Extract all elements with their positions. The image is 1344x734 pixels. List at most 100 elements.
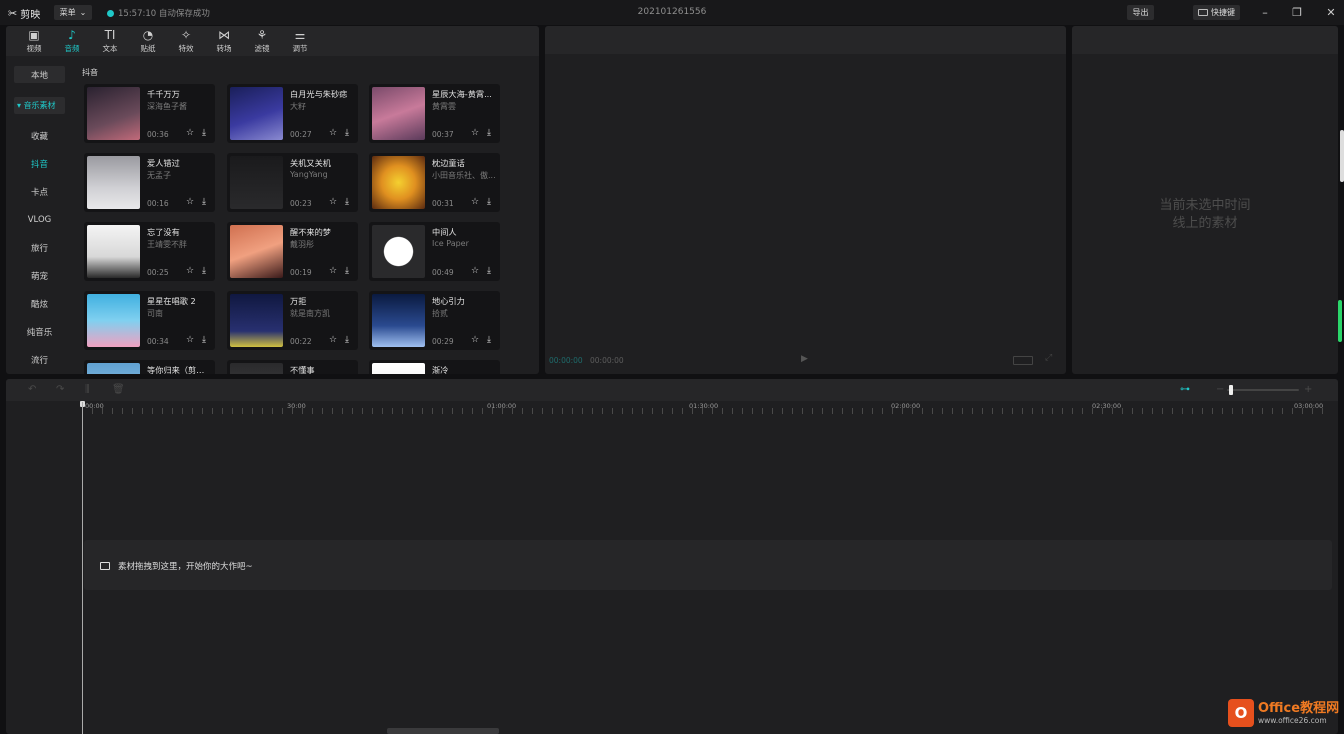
minimize-icon[interactable]: – [1258, 6, 1272, 19]
close-icon[interactable]: ✕ [1324, 6, 1338, 19]
song-cover[interactable] [87, 363, 140, 374]
song-card[interactable]: 渐冷 [369, 360, 500, 374]
download-icon[interactable]: ⤓ [202, 128, 206, 138]
sidebar-item-pets[interactable]: 萌宠 [14, 267, 65, 284]
sidebar-item-douyin[interactable]: 抖音 [14, 155, 65, 172]
menu-button[interactable]: 菜单 ⌄ [54, 5, 92, 20]
sidebar-item-beat[interactable]: 卡点 [14, 183, 65, 200]
download-icon[interactable]: ⤓ [202, 335, 206, 345]
song-card[interactable]: 醒不来的梦 戴羽彤 00:19 ☆ ⤓ [227, 222, 358, 281]
song-card[interactable]: 枕边童话 小田音乐社、傲... 00:31 ☆ ⤓ [369, 153, 500, 212]
download-icon[interactable]: ⤓ [202, 266, 206, 276]
song-card[interactable]: 星星在唱歌 2 司南 00:34 ☆ ⤓ [84, 291, 215, 350]
song-cover[interactable] [372, 294, 425, 347]
favorite-star-icon[interactable]: ☆ [471, 335, 479, 345]
song-card[interactable]: 千千万万 深海鱼子酱 00:36 ☆ ⤓ [84, 84, 215, 143]
favorite-star-icon[interactable]: ☆ [186, 266, 194, 276]
zoom-in-icon[interactable]: + [1304, 384, 1312, 395]
sidebar-item-favorites[interactable]: 收藏 [14, 127, 65, 144]
tab-video[interactable]: ▣ 视频 [15, 26, 53, 56]
song-cover[interactable] [372, 87, 425, 140]
redo-icon[interactable]: ↷ [56, 384, 64, 395]
download-icon[interactable]: ⤓ [345, 335, 349, 345]
song-cover[interactable] [372, 156, 425, 209]
song-card[interactable]: 关机又关机 YangYang 00:23 ☆ ⤓ [227, 153, 358, 212]
song-card[interactable]: 爱人错过 无孟子 00:16 ☆ ⤓ [84, 153, 215, 212]
song-card[interactable]: 地心引力 拾贰 00:29 ☆ ⤓ [369, 291, 500, 350]
song-cover[interactable] [230, 363, 283, 374]
sidebar-item-vlog[interactable]: VLOG [14, 211, 65, 228]
tab-effect[interactable]: ✧ 特效 [167, 26, 205, 56]
song-title: 枕边童话 [432, 158, 465, 168]
restore-icon[interactable]: ❐ [1290, 6, 1304, 19]
favorite-star-icon[interactable]: ☆ [471, 197, 479, 207]
zoom-out-icon[interactable]: − [1216, 384, 1224, 395]
song-cover[interactable] [87, 87, 140, 140]
current-time: 00:00:00 [549, 356, 583, 365]
song-card[interactable]: 中间人 Ice Paper 00:49 ☆ ⤓ [369, 222, 500, 281]
link-icon[interactable]: ⊶ [1180, 384, 1190, 395]
keyboard-icon [1198, 9, 1208, 16]
tab-transition[interactable]: ⋈ 转场 [205, 26, 243, 56]
tab-text[interactable]: TI 文本 [91, 26, 129, 56]
song-cover[interactable] [372, 363, 425, 374]
playhead[interactable] [82, 402, 83, 734]
sidebar-item-cool[interactable]: 酷炫 [14, 295, 65, 312]
download-icon[interactable]: ⤓ [487, 197, 491, 207]
song-card[interactable]: 忘了没有 王靖雯不胖 00:25 ☆ ⤓ [84, 222, 215, 281]
tab-filter[interactable]: ⚘ 滤镜 [243, 26, 281, 56]
main-track-dropzone[interactable] [84, 540, 1332, 590]
split-icon[interactable]: ⫼ [85, 384, 90, 395]
song-card[interactable]: 等你归来（剪辑... [84, 360, 215, 374]
song-card[interactable]: 星辰大海-黄霄... 黄霄雲 00:37 ☆ ⤓ [369, 84, 500, 143]
tab-adjust[interactable]: ⚌ 调节 [281, 26, 319, 56]
song-cover[interactable] [87, 225, 140, 278]
song-cover[interactable] [230, 225, 283, 278]
song-cover[interactable] [230, 294, 283, 347]
song-duration: 00:37 [432, 130, 454, 139]
favorite-star-icon[interactable]: ☆ [471, 266, 479, 276]
aspect-ratio-button[interactable] [1013, 356, 1033, 365]
undo-icon[interactable]: ↶ [28, 384, 36, 395]
tab-audio[interactable]: ♪ 音频 [53, 26, 91, 56]
delete-icon[interactable]: 🗑 [112, 384, 125, 395]
favorite-star-icon[interactable]: ☆ [329, 335, 337, 345]
favorite-star-icon[interactable]: ☆ [471, 128, 479, 138]
shortcut-button[interactable]: 快捷键 [1193, 5, 1240, 20]
download-icon[interactable]: ⤓ [345, 266, 349, 276]
download-icon[interactable]: ⤓ [202, 197, 206, 207]
song-cover[interactable] [230, 87, 283, 140]
zoom-slider[interactable] [1227, 389, 1299, 391]
download-icon[interactable]: ⤓ [345, 197, 349, 207]
play-icon[interactable]: ▶ [801, 354, 808, 364]
song-card[interactable]: 万拒 就是南方凯 00:22 ☆ ⤓ [227, 291, 358, 350]
export-button[interactable]: 导出 [1127, 5, 1154, 20]
favorite-star-icon[interactable]: ☆ [186, 197, 194, 207]
favorite-star-icon[interactable]: ☆ [186, 335, 194, 345]
horizontal-scrollbar[interactable] [387, 728, 499, 734]
fullscreen-icon[interactable]: ⤢ [1045, 353, 1052, 363]
sidebar-item-instrumental[interactable]: 纯音乐 [14, 323, 65, 340]
sidebar-item-pop[interactable]: 流行 [14, 351, 65, 368]
song-card[interactable]: 不懂事 [227, 360, 358, 374]
sidebar-item-travel[interactable]: 旅行 [14, 239, 65, 256]
song-cover[interactable] [230, 156, 283, 209]
song-card[interactable]: 白月光与朱砂痣 大籽 00:27 ☆ ⤓ [227, 84, 358, 143]
download-icon[interactable]: ⤓ [487, 266, 491, 276]
favorite-star-icon[interactable]: ☆ [329, 266, 337, 276]
download-icon[interactable]: ⤓ [487, 128, 491, 138]
favorite-star-icon[interactable]: ☆ [329, 197, 337, 207]
favorite-star-icon[interactable]: ☆ [329, 128, 337, 138]
sidebar-item-music-library[interactable]: ▾ 音乐素材 [14, 97, 65, 114]
song-cover[interactable] [87, 156, 140, 209]
timeline-ruler[interactable]: 00:00 30:00 01:00:00 01:30:00 02:00:00 0… [6, 401, 1338, 414]
tab-sticker[interactable]: ◔ 贴纸 [129, 26, 167, 56]
download-icon[interactable]: ⤓ [487, 335, 491, 345]
favorite-star-icon[interactable]: ☆ [186, 128, 194, 138]
sidebar-item-local[interactable]: 本地 [14, 66, 65, 83]
download-icon[interactable]: ⤓ [345, 128, 349, 138]
empty-selection-message: 当前未选中时间 线上的素材 [1072, 197, 1338, 233]
song-cover[interactable] [372, 225, 425, 278]
zoom-slider-handle[interactable] [1229, 385, 1233, 395]
song-cover[interactable] [87, 294, 140, 347]
